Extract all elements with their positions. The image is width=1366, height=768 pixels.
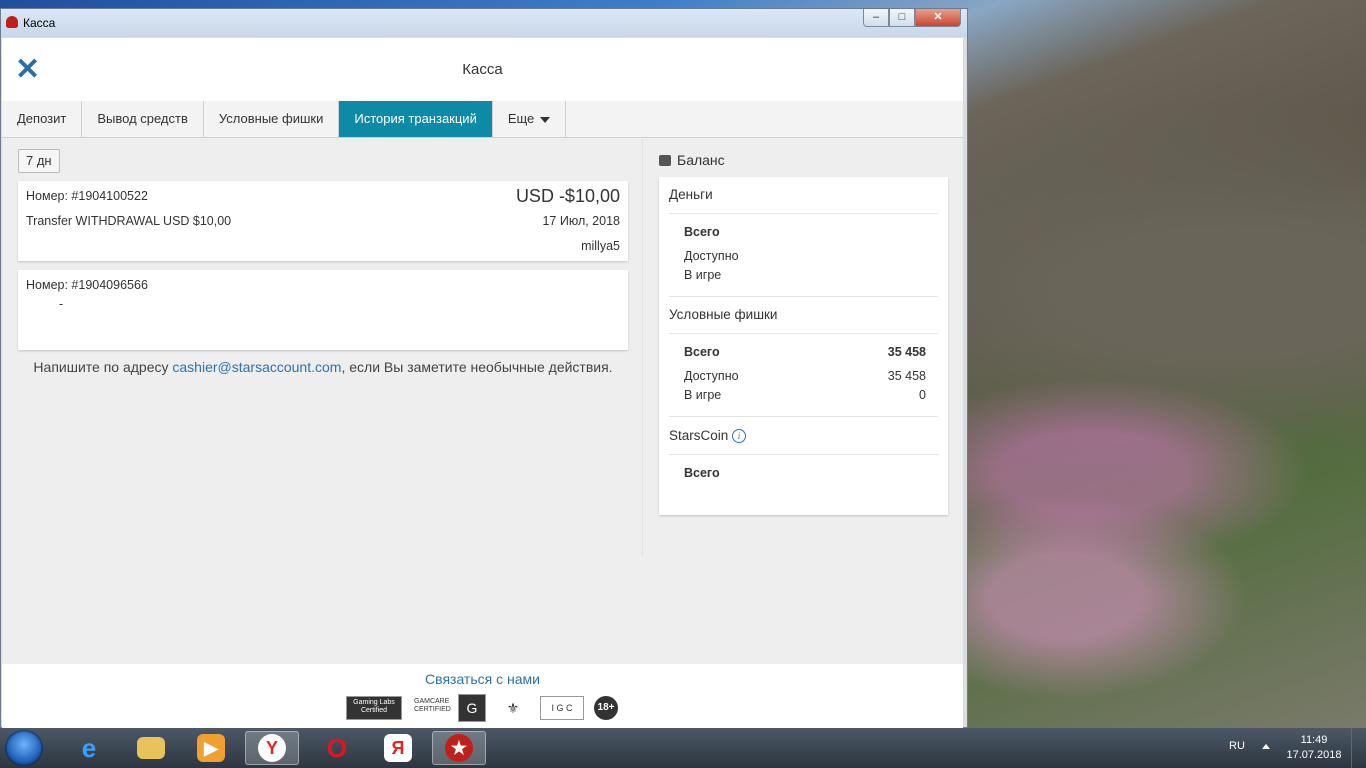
tab-play-chips[interactable]: Условные фишки: [204, 101, 340, 137]
money-section-title: Деньги: [669, 187, 713, 202]
page-title: Касса: [462, 61, 503, 78]
chevron-down-icon: [540, 116, 551, 123]
yandex-icon[interactable]: Я: [371, 731, 425, 765]
play-chips-available-label: Доступно: [684, 369, 739, 383]
cashier-app: ✕ Касса Депозит Вывод средств Условные ф…: [2, 38, 963, 728]
show-hidden-icons-icon[interactable]: [1262, 744, 1270, 749]
cashier-footer: Связаться с нами Gaming Labs Certified G…: [2, 664, 963, 728]
gamcare-logo[interactable]: G: [458, 694, 486, 722]
pokerstars-app-icon: [6, 16, 18, 28]
taskbar: e ▶ Y O Я ★ RU 11:49 17.07.2018: [0, 728, 1366, 768]
play-chips-in-play-value: 0: [919, 388, 926, 402]
divider: [669, 454, 938, 455]
balance-panel: Баланс Деньги Всего Доступно В игре Усло…: [659, 149, 948, 515]
start-button[interactable]: [5, 730, 43, 766]
divider: [669, 213, 938, 214]
transaction-card[interactable]: Номер: #1904100522 USD -$10,00 Transfer …: [18, 181, 628, 261]
show-desktop-button[interactable]: [1351, 728, 1366, 768]
igc-logo[interactable]: I G C: [540, 696, 584, 720]
note-prefix: Напишите по адресу: [33, 359, 169, 375]
cashier-window: Касса – □ ✕ ✕ Касса Депозит Вывод средст…: [0, 8, 968, 728]
tab-withdrawal[interactable]: Вывод средств: [82, 101, 204, 137]
balance-title: Баланс: [677, 152, 725, 168]
balance-card: Деньги Всего Доступно В игре Условные фи…: [659, 177, 948, 515]
transactions-panel: 7 дн Номер: #1904100522 USD -$10,00 Tran…: [18, 149, 628, 350]
gamcare-certified-logo[interactable]: GAMCARE CERTIFIED: [412, 696, 451, 720]
transaction-user: millya5: [581, 239, 620, 253]
tab-more[interactable]: Еще: [493, 101, 567, 137]
gaming-labs-logo[interactable]: Gaming Labs Certified: [346, 696, 402, 720]
clock-time: 11:49: [1300, 734, 1328, 746]
column-divider: [642, 138, 643, 558]
play-chips-total-value: 35 458: [887, 345, 926, 359]
period-filter-button[interactable]: 7 дн: [18, 149, 60, 173]
starscoin-section-title: StarsCoin: [669, 428, 729, 443]
play-chips-section-title: Условные фишки: [669, 307, 778, 322]
yandex-browser-icon[interactable]: Y: [245, 731, 299, 765]
play-chips-in-play-label: В игре: [684, 388, 722, 402]
transaction-description: Transfer WITHDRAWAL USD $10,00: [26, 214, 232, 228]
tab-deposit[interactable]: Депозит: [2, 101, 83, 137]
support-note: Напишите по адресу cashier@starsaccount.…: [18, 358, 628, 377]
system-clock[interactable]: 11:49 17.07.2018: [1284, 733, 1344, 763]
media-player-icon[interactable]: ▶: [184, 731, 238, 765]
crest-logo[interactable]: ⚜: [496, 696, 530, 720]
file-explorer-icon[interactable]: [124, 731, 178, 765]
transaction-card[interactable]: Номер: #1904096566 -: [18, 270, 628, 350]
transaction-date: 17 Июл, 2018: [542, 214, 620, 228]
internet-explorer-icon[interactable]: e: [62, 731, 116, 765]
info-icon[interactable]: i: [732, 429, 746, 443]
money-bag-icon: [659, 155, 671, 166]
certification-logos: Gaming Labs Certified GAMCARE CERTIFIED …: [346, 694, 618, 722]
balance-header: Баланс: [659, 149, 948, 171]
transaction-description: -: [59, 297, 64, 311]
transaction-number: Номер: #1904096566: [26, 278, 148, 292]
note-suffix: , если Вы заметите необычные действия.: [341, 359, 613, 375]
play-chips-available-value: 35 458: [887, 369, 926, 383]
window-title: Касса: [23, 16, 56, 30]
pokerstars-icon[interactable]: ★: [432, 731, 486, 765]
window-titlebar[interactable]: Касса – □ ✕: [1, 9, 967, 37]
money-total-label: Всего: [684, 225, 720, 239]
transaction-number: Номер: #1904100522: [26, 189, 148, 203]
age-18-plus-icon: 18+: [594, 696, 618, 720]
cashier-tabs: Депозит Вывод средств Условные фишки Ист…: [2, 101, 963, 138]
close-window-button[interactable]: ✕: [915, 9, 961, 27]
opera-icon[interactable]: O: [310, 731, 364, 765]
minimize-button[interactable]: –: [863, 9, 889, 27]
clock-date: 17.07.2018: [1286, 749, 1342, 761]
starscoin-total-label: Всего: [684, 466, 720, 480]
language-indicator[interactable]: RU: [1229, 740, 1245, 752]
contact-us-link[interactable]: Связаться с нами: [2, 671, 963, 687]
money-in-play-label: В игре: [684, 268, 722, 282]
cashier-email-link[interactable]: cashier@starsaccount.com: [172, 359, 341, 375]
cashier-header: ✕ Касса: [2, 38, 963, 102]
divider: [669, 416, 938, 417]
tab-transaction-history[interactable]: История транзакций: [339, 101, 493, 137]
divider: [669, 296, 938, 297]
money-available-label: Доступно: [684, 249, 739, 263]
tab-more-label: Еще: [507, 111, 535, 126]
maximize-button[interactable]: □: [889, 9, 915, 27]
window-controls: – □ ✕: [863, 9, 961, 29]
transaction-amount: USD -$10,00: [515, 186, 620, 206]
play-chips-total-label: Всего: [684, 345, 720, 359]
divider: [669, 333, 938, 334]
